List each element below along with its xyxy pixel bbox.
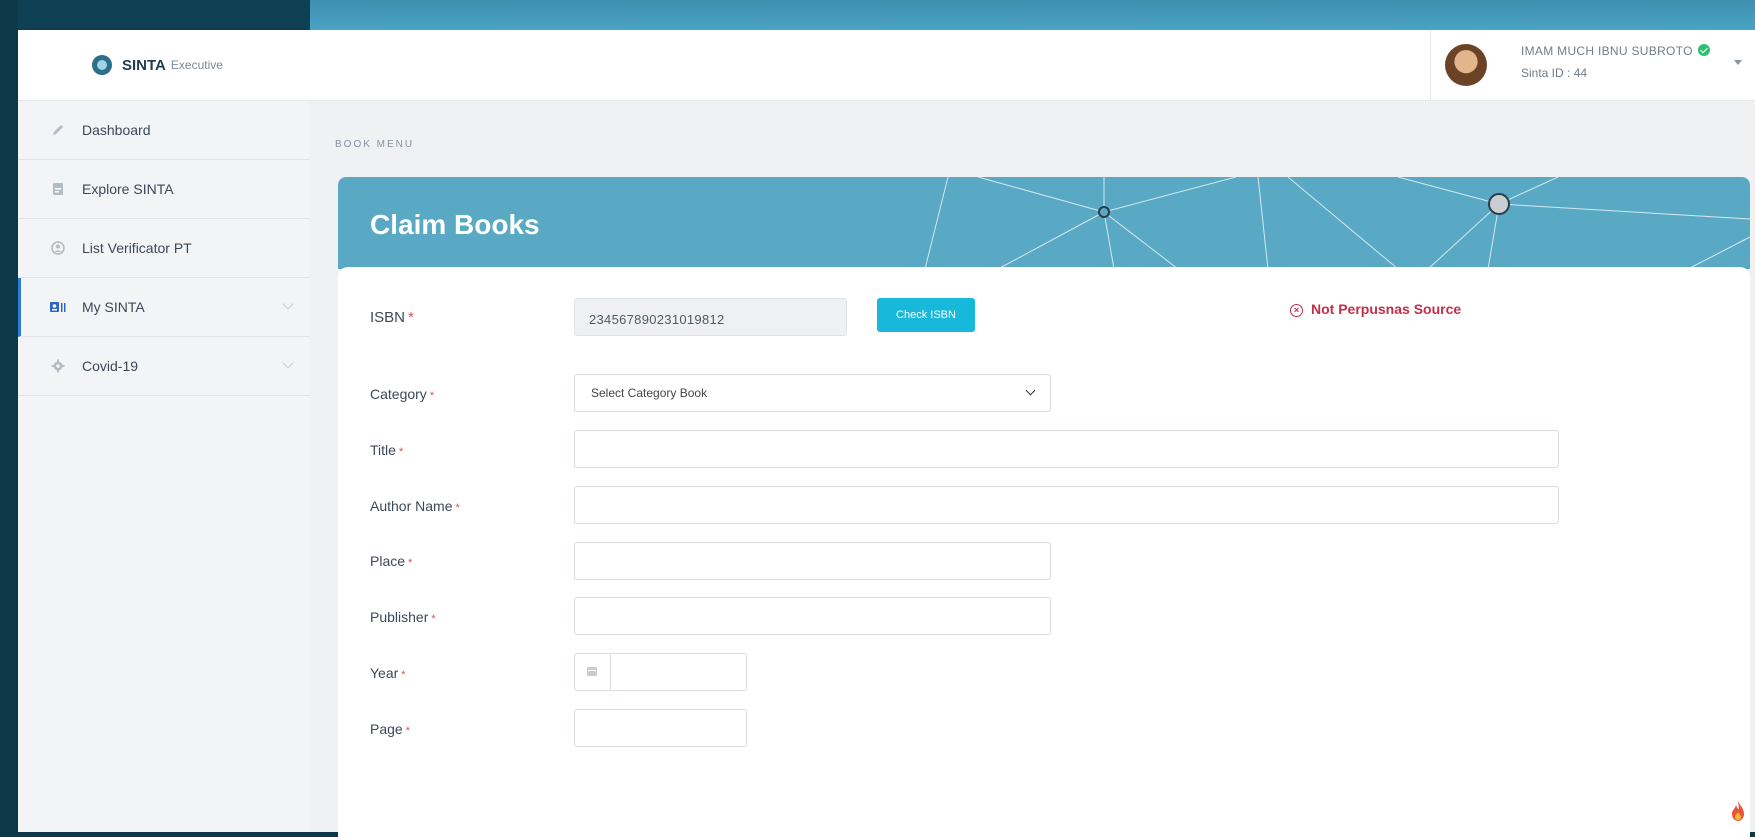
chevron-down-icon bbox=[282, 298, 294, 310]
banner-network-pattern bbox=[924, 177, 1750, 269]
sidebar-item-explore-sinta[interactable]: Explore SINTA bbox=[18, 160, 310, 219]
claim-form: ISBN * 234567890231019812 Check ISBN × Not… bbox=[338, 267, 1750, 837]
id-card-icon bbox=[50, 299, 66, 315]
sidebar-item-label: Explore SINTA bbox=[82, 181, 174, 197]
category-label: Category * bbox=[370, 386, 435, 402]
year-label: Year * bbox=[370, 665, 406, 681]
flame-icon[interactable] bbox=[1730, 800, 1746, 822]
sidebar-item-label: Covid-19 bbox=[82, 358, 139, 374]
sidebar-item-my-sinta[interactable]: My SINTA bbox=[18, 278, 310, 337]
sidebar-item-label: My SINTA bbox=[82, 299, 145, 315]
page-banner: Claim Books bbox=[338, 177, 1750, 269]
sidebar-item-list-verificator-pt[interactable]: List Verificator PT bbox=[18, 219, 310, 278]
user-menu[interactable]: IMAM MUCH IBNU SUBROTO Sinta ID : 44 bbox=[1430, 30, 1755, 100]
page-label: Page * bbox=[370, 721, 410, 737]
gear-icon bbox=[50, 358, 66, 374]
brand-suffix: Executive bbox=[170, 58, 223, 72]
title-input[interactable] bbox=[574, 430, 1559, 468]
sidebar-item-covid-19[interactable]: Covid-19 bbox=[18, 337, 310, 396]
place-label: Place * bbox=[370, 553, 413, 569]
window-frame-top-right bbox=[310, 0, 1755, 30]
user-circle-icon bbox=[50, 240, 66, 256]
top-header: IMAM MUCH IBNU SUBROTO Sinta ID : 44 bbox=[310, 30, 1755, 101]
page-input[interactable] bbox=[574, 709, 747, 747]
verified-check-icon bbox=[1698, 43, 1711, 56]
window-frame-left bbox=[0, 0, 18, 832]
isbn-input[interactable]: 234567890231019812 bbox=[574, 298, 847, 336]
chevron-down-icon bbox=[1025, 385, 1036, 396]
document-icon bbox=[50, 181, 66, 197]
title-label: Title * bbox=[370, 442, 404, 458]
calendar-icon[interactable] bbox=[574, 653, 610, 691]
sinta-id: Sinta ID : 44 bbox=[1521, 66, 1588, 80]
sidebar: SINTA Executive Dashboard Explore SINTA … bbox=[18, 30, 311, 832]
claim-books-card: Claim Books ISBN * 234567890231019812 Che… bbox=[338, 177, 1750, 837]
year-input[interactable] bbox=[610, 653, 747, 691]
user-name: IMAM MUCH IBNU SUBROTO bbox=[1521, 44, 1693, 58]
check-isbn-button[interactable]: Check ISBN bbox=[877, 298, 975, 332]
chevron-down-icon bbox=[282, 357, 294, 369]
category-selected: Select Category Book bbox=[591, 386, 708, 400]
sidebar-item-label: List Verificator PT bbox=[82, 240, 192, 256]
source-status: × Not Perpusnas Source bbox=[1290, 301, 1461, 318]
sinta-logo-icon bbox=[92, 55, 112, 75]
sidebar-item-dashboard[interactable]: Dashboard bbox=[18, 101, 310, 160]
sidebar-item-label: Dashboard bbox=[82, 122, 151, 138]
brand-name: SINTA bbox=[122, 56, 166, 74]
category-select[interactable]: Select Category Book bbox=[574, 374, 1051, 412]
window-frame-top-left bbox=[0, 0, 310, 30]
author-name-input[interactable] bbox=[574, 486, 1559, 524]
author-label: Author Name * bbox=[370, 498, 460, 514]
main-content: BOOK MENU Claim Books ISBN * 23456789023… bbox=[310, 101, 1755, 837]
publisher-label: Publisher * bbox=[370, 609, 436, 625]
source-status-text: Not Perpusnas Source bbox=[1311, 301, 1462, 317]
pencil-icon bbox=[50, 122, 66, 138]
circle-x-icon: × bbox=[1290, 304, 1303, 317]
caret-down-icon[interactable] bbox=[1734, 60, 1742, 65]
avatar bbox=[1445, 44, 1487, 86]
page-title: Claim Books bbox=[370, 209, 540, 240]
isbn-label: ISBN * bbox=[370, 309, 414, 326]
breadcrumb: BOOK MENU bbox=[335, 139, 415, 150]
publisher-input[interactable] bbox=[574, 597, 1051, 635]
brand-logo[interactable]: SINTA Executive bbox=[18, 30, 310, 101]
place-input[interactable] bbox=[574, 542, 1051, 580]
